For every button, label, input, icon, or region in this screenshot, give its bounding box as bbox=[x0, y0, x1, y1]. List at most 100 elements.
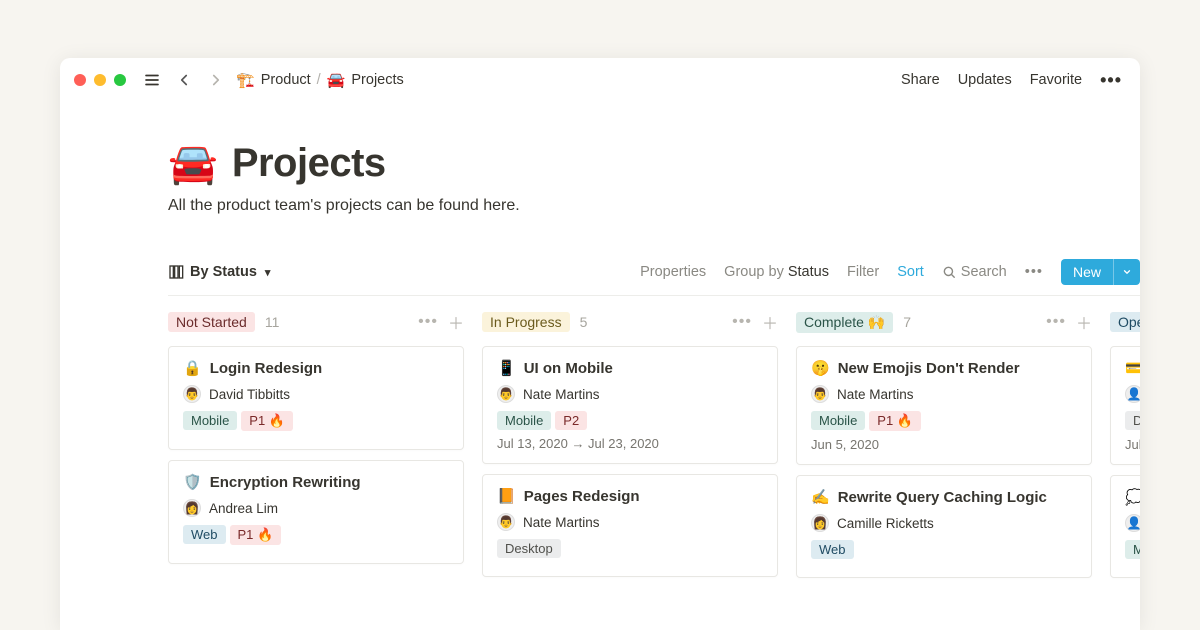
card-assignee: 👨Nate Martins bbox=[497, 385, 763, 403]
card-assignee: 👩Camille Ricketts bbox=[811, 514, 1077, 532]
top-actions: Share Updates Favorite ••• bbox=[901, 70, 1126, 91]
filter-button[interactable]: Filter bbox=[847, 264, 879, 280]
group-by-button[interactable]: Group by Status bbox=[724, 264, 829, 280]
card-title-text: UI on Mobile bbox=[524, 360, 613, 377]
page-content: 🚘 Projects All the product team's projec… bbox=[60, 102, 1140, 588]
close-window-button[interactable] bbox=[74, 74, 86, 86]
card-title: 🤫New Emojis Don't Render bbox=[811, 359, 1077, 377]
card-tags: WebP1 🔥 bbox=[183, 525, 449, 551]
card-tag: Mob bbox=[1125, 540, 1140, 559]
card-title: 🛡️Encryption Rewriting bbox=[183, 473, 449, 491]
board-card[interactable]: 🤫New Emojis Don't Render 👨 Nate Martins Mob… bbox=[796, 346, 1092, 465]
card-date: Jul 2 bbox=[1125, 437, 1140, 452]
column-add-icon[interactable]: ＋ bbox=[762, 310, 778, 334]
card-tag: P1 🔥 bbox=[241, 411, 293, 431]
assignee-name: Camille Ricketts bbox=[837, 516, 934, 531]
card-title-text: Pages Redesign bbox=[524, 488, 640, 505]
card-tag: Mobile bbox=[183, 411, 237, 430]
card-assignee: 👨Nate Martins bbox=[497, 513, 763, 531]
card-tag: Web bbox=[183, 525, 226, 544]
board-card[interactable]: 📙 Pages Redesign 👨Nate Martins Desktop bbox=[482, 474, 778, 577]
card-title-text: Login Redesign bbox=[210, 360, 323, 377]
column-count: 5 bbox=[580, 314, 588, 330]
avatar: 👤 bbox=[1125, 385, 1140, 403]
avatar: 👩 bbox=[183, 499, 201, 517]
status-pill[interactable]: Complete 🙌 bbox=[796, 312, 893, 333]
avatar: 👨 bbox=[497, 385, 515, 403]
sort-button[interactable]: Sort bbox=[897, 264, 924, 280]
group-by-prefix: Group by bbox=[724, 264, 784, 280]
card-emoji-icon: 💳 bbox=[1125, 359, 1140, 377]
column-add-icon[interactable]: ＋ bbox=[1076, 310, 1092, 334]
breadcrumb-projects[interactable]: 🚘 Projects bbox=[327, 71, 404, 89]
column-more-icon[interactable]: ••• bbox=[1046, 313, 1066, 331]
card-emoji-icon: 🤫 bbox=[811, 359, 830, 377]
board-card[interactable]: 💭C👤SMobP4 bbox=[1110, 475, 1140, 578]
share-button[interactable]: Share bbox=[901, 72, 940, 88]
board-card[interactable]: 💳P👤NDesP1 🔥Jul 2 bbox=[1110, 346, 1140, 465]
card-title: 💭C bbox=[1125, 488, 1140, 506]
titlebar: 🏗️ Product / 🚘 Projects Share Updates Fa… bbox=[60, 58, 1140, 102]
page-description[interactable]: All the product team's projects can be f… bbox=[168, 197, 1140, 215]
card-emoji-icon: 🛡️ bbox=[183, 473, 202, 491]
column-add-icon[interactable]: ＋ bbox=[448, 310, 464, 334]
search-button[interactable]: Search bbox=[942, 264, 1007, 280]
card-assignee: 👩 Andrea Lim bbox=[183, 499, 449, 517]
avatar: 👨 bbox=[183, 385, 201, 403]
assignee-name: Andrea Lim bbox=[209, 501, 278, 516]
card-tag: Mobile bbox=[497, 411, 551, 430]
page-icon[interactable]: 🚘 bbox=[168, 140, 218, 187]
more-menu-icon[interactable]: ••• bbox=[1100, 70, 1122, 91]
status-pill[interactable]: In Progress bbox=[482, 312, 570, 332]
card-tags: Web bbox=[811, 540, 1077, 565]
card-tag: P1 🔥 bbox=[869, 411, 921, 431]
card-tags: Desktop bbox=[497, 539, 763, 564]
database-toolbar: By Status ▾ Properties Group by Status F… bbox=[168, 259, 1140, 285]
avatar: 👨 bbox=[811, 385, 829, 403]
toolbar-more-icon[interactable]: ••• bbox=[1025, 264, 1043, 280]
view-label: By Status bbox=[190, 264, 257, 280]
column-more-icon[interactable]: ••• bbox=[732, 313, 752, 331]
assignee-name: Nate Martins bbox=[837, 387, 914, 402]
maximize-window-button[interactable] bbox=[114, 74, 126, 86]
kanban-board: Not Started11•••＋🔒Login Redesign👨David T… bbox=[168, 310, 1140, 588]
new-button-caret[interactable] bbox=[1113, 259, 1140, 285]
column-header: Open•••＋ bbox=[1110, 310, 1140, 334]
breadcrumb-label: Product bbox=[261, 72, 311, 88]
card-emoji-icon: 📙 bbox=[497, 487, 516, 505]
new-button[interactable]: New bbox=[1061, 259, 1140, 285]
card-title: 🔒Login Redesign bbox=[183, 359, 449, 377]
card-tag: Mobile bbox=[811, 411, 865, 430]
favorite-button[interactable]: Favorite bbox=[1030, 72, 1082, 88]
minimize-window-button[interactable] bbox=[94, 74, 106, 86]
nav-forward-button[interactable] bbox=[204, 68, 228, 92]
nav-back-button[interactable] bbox=[172, 68, 196, 92]
breadcrumb: 🏗️ Product / 🚘 Projects bbox=[236, 71, 404, 89]
view-selector[interactable]: By Status ▾ bbox=[168, 264, 270, 280]
status-pill[interactable]: Open bbox=[1110, 312, 1140, 332]
avatar: 👨 bbox=[497, 513, 515, 531]
hamburger-menu-icon[interactable] bbox=[140, 68, 164, 92]
board-card[interactable]: 🔒Login Redesign👨David TibbittsMobileP1 🔥 bbox=[168, 346, 464, 450]
card-assignee: 👤N bbox=[1125, 385, 1140, 403]
page-header: 🚘 Projects bbox=[168, 140, 1140, 187]
card-assignee: 👤S bbox=[1125, 514, 1140, 532]
toolbar-divider bbox=[168, 295, 1140, 296]
column-more-icon[interactable]: ••• bbox=[418, 313, 438, 331]
window-controls bbox=[74, 74, 126, 86]
card-date: Jul 13, 2020 → Jul 23, 2020 bbox=[497, 436, 763, 451]
column-header: Complete 🙌 7 ••• ＋ bbox=[796, 310, 1092, 334]
board-card[interactable]: 🛡️Encryption Rewriting 👩 Andrea Lim WebP1 🔥 bbox=[168, 460, 464, 564]
card-tag: P2 bbox=[555, 411, 587, 430]
card-tag: Des bbox=[1125, 411, 1140, 430]
card-date: Jun 5, 2020 bbox=[811, 437, 1077, 452]
status-pill[interactable]: Not Started bbox=[168, 312, 255, 332]
breadcrumb-product[interactable]: 🏗️ Product bbox=[236, 71, 311, 89]
board-card[interactable]: 📱UI on Mobile👨Nate MartinsMobileP2Jul 13… bbox=[482, 346, 778, 464]
updates-button[interactable]: Updates bbox=[958, 72, 1012, 88]
properties-button[interactable]: Properties bbox=[640, 264, 706, 280]
board-column: Complete 🙌 7 ••• ＋ 🤫New Emojis Don't Render 👨… bbox=[796, 310, 1092, 588]
board-card[interactable]: ✍️Rewrite Query Caching Logic👩Camille Ri… bbox=[796, 475, 1092, 578]
page-title[interactable]: Projects bbox=[232, 141, 386, 186]
column-count: 7 bbox=[903, 314, 911, 330]
